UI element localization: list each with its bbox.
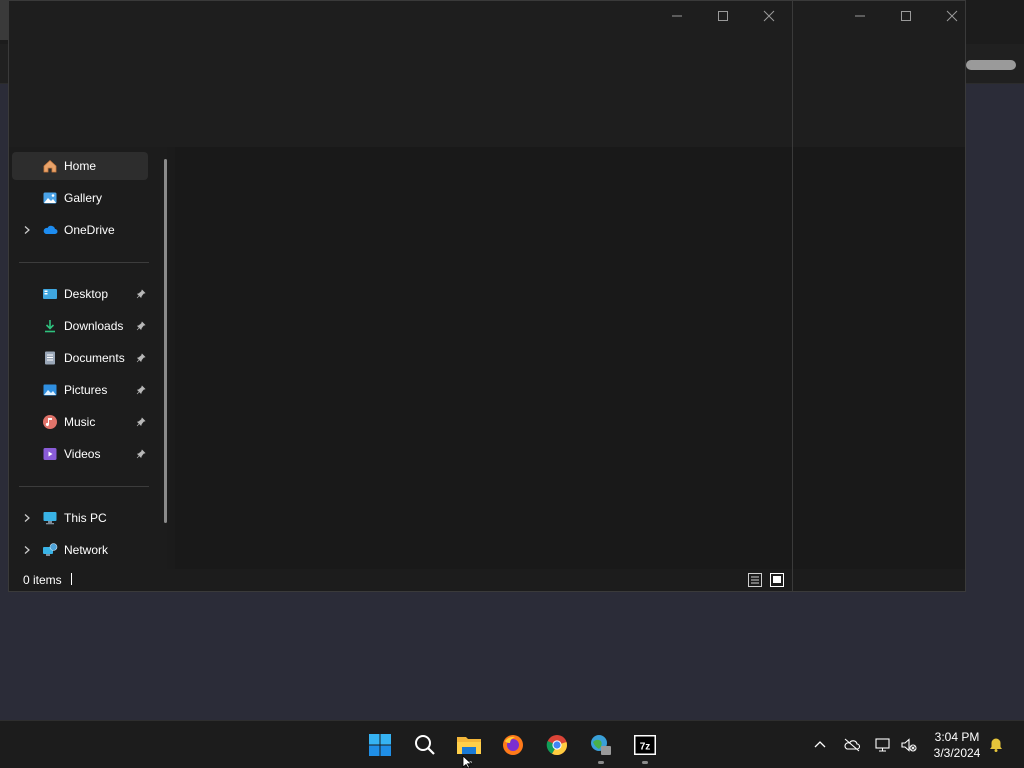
nav-item-music[interactable]: Music: [12, 408, 148, 436]
nav-item-label: Documents: [64, 351, 125, 365]
nav-item-label: Gallery: [64, 191, 103, 205]
minimize-button[interactable]: [654, 1, 700, 31]
nav-item-label: Music: [64, 415, 96, 429]
this-pc-icon: [42, 510, 58, 526]
pictures-icon: [42, 382, 58, 398]
chrome-button[interactable]: [543, 731, 571, 759]
pane-splitter[interactable]: [167, 147, 175, 571]
search-icon: [415, 735, 435, 755]
chevron-right-icon[interactable]: [22, 513, 32, 523]
close-button[interactable]: [929, 1, 975, 31]
network-tray-button[interactable]: [874, 737, 892, 753]
nav-item-documents[interactable]: Documents: [12, 344, 148, 372]
chevron-up-icon: [814, 741, 826, 748]
svg-text:7z: 7z: [640, 742, 651, 753]
pin-icon: [136, 289, 146, 299]
maximize-icon: [718, 11, 728, 21]
nav-item-onedrive[interactable]: OneDrive: [12, 216, 148, 244]
nav-item-this-pc[interactable]: This PC: [12, 504, 148, 532]
details-view-icon[interactable]: [748, 573, 762, 587]
minimize-button[interactable]: [837, 1, 883, 31]
network-globe-app-icon: [591, 735, 611, 755]
nav-item-label: This PC: [64, 511, 107, 525]
show-hidden-icons-button[interactable]: [811, 737, 829, 753]
nav-item-downloads[interactable]: Downloads: [12, 312, 148, 340]
volume-muted-icon: [901, 738, 917, 752]
search-button[interactable]: [411, 731, 439, 759]
chevron-right-icon[interactable]: [22, 545, 32, 555]
firefox-icon: [503, 735, 523, 755]
explorer-window: Home Gallery OneDrive Desktop Downloads …: [8, 0, 793, 592]
large-icons-view-icon[interactable]: [770, 573, 784, 587]
start-icon: [369, 734, 391, 756]
firefox-button[interactable]: [499, 731, 527, 759]
nav-item-videos[interactable]: Videos: [12, 440, 148, 468]
maximize-button[interactable]: [700, 1, 746, 31]
navigation-scrollbar[interactable]: [164, 159, 167, 523]
network-icon: [875, 738, 890, 752]
background-app-edge: [0, 0, 8, 40]
nav-separator: [19, 262, 149, 263]
home-icon: [42, 158, 58, 174]
status-bar: 0 items: [9, 569, 792, 591]
pin-icon: [136, 417, 146, 427]
pin-icon: [136, 353, 146, 363]
clock[interactable]: 3:04 PM 3/3/2024: [922, 729, 992, 761]
documents-icon: [42, 350, 58, 366]
nav-separator: [19, 486, 149, 487]
minimize-icon: [672, 15, 682, 17]
onedrive-offline-icon: [844, 738, 861, 752]
chevron-right-icon[interactable]: [22, 225, 32, 235]
clock-date: 3/3/2024: [933, 746, 981, 760]
running-indicator: [598, 761, 604, 764]
music-icon: [42, 414, 58, 430]
close-button[interactable]: [746, 1, 792, 31]
minimize-icon: [855, 15, 865, 17]
status-divider: [71, 573, 72, 585]
file-explorer-icon: [457, 737, 481, 754]
nav-item-label: OneDrive: [64, 223, 115, 237]
title-bar[interactable]: [9, 1, 792, 147]
maximize-button[interactable]: [883, 1, 929, 31]
nav-item-gallery[interactable]: Gallery: [12, 184, 148, 212]
onedrive-cloud-icon: [42, 222, 58, 238]
pin-icon: [136, 449, 146, 459]
clock-time: 3:04 PM: [934, 730, 980, 744]
nav-item-desktop[interactable]: Desktop: [12, 280, 148, 308]
nav-item-label: Downloads: [64, 319, 124, 333]
notification-button[interactable]: [987, 737, 1005, 753]
7zip-button[interactable]: 7z: [631, 731, 659, 759]
item-count: 0 items: [23, 573, 62, 587]
gallery-icon: [42, 190, 58, 206]
nav-item-label: Pictures: [64, 383, 108, 397]
network-icon: [42, 542, 58, 558]
videos-icon: [42, 446, 58, 462]
desktop-icon: [42, 286, 58, 302]
volume-tray-button[interactable]: [900, 737, 918, 753]
nav-item-network[interactable]: Network: [12, 536, 148, 564]
nav-item-label: Videos: [64, 447, 101, 461]
start-button[interactable]: [366, 731, 394, 759]
nav-item-label: Network: [64, 543, 109, 557]
taskbar: 7z 3:04 PM 3/3/2024: [0, 720, 1024, 768]
close-icon: [946, 10, 958, 22]
onedrive-tray-button[interactable]: [843, 737, 861, 753]
nav-item-label: Home: [64, 159, 97, 173]
nav-item-label: Desktop: [64, 287, 109, 301]
pin-icon: [136, 385, 146, 395]
mouse-cursor-icon: [462, 755, 473, 768]
network-app-button[interactable]: [587, 731, 615, 759]
downloads-icon: [42, 318, 58, 334]
pin-icon: [136, 321, 146, 331]
background-scrollbar[interactable]: [966, 60, 1016, 70]
nav-item-pictures[interactable]: Pictures: [12, 376, 148, 404]
notification-bell-icon: [990, 738, 1002, 752]
close-icon: [763, 10, 775, 22]
7zip-icon: 7z: [634, 735, 656, 755]
running-indicator: [642, 761, 648, 764]
maximize-icon: [901, 11, 911, 21]
nav-item-home[interactable]: Home: [12, 152, 148, 180]
chrome-icon: [546, 735, 567, 756]
